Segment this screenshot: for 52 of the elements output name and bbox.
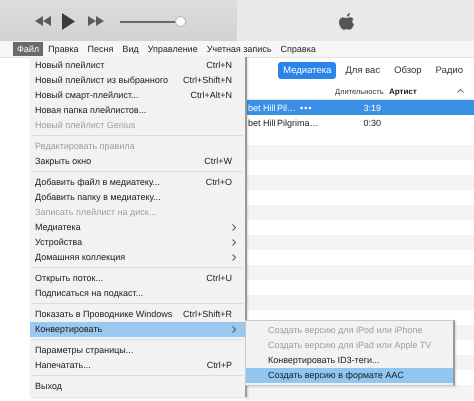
menu-item[interactable]: Новый плейлист из выбранного Ctrl+Shift+N xyxy=(30,73,245,88)
menu-title[interactable]: Песня xyxy=(84,42,118,56)
table-cell: Pil… xyxy=(277,102,296,112)
table-cell: bet Hill xyxy=(248,102,277,112)
menu-item[interactable]: Закрыть окно Ctrl+W xyxy=(30,154,245,169)
menu-item[interactable]: Новый плейлист Ctrl+N xyxy=(30,58,245,73)
menu-item[interactable]: Открыть поток... Ctrl+U xyxy=(30,271,245,286)
tab[interactable]: Медиатека xyxy=(278,62,336,78)
menu-title[interactable]: Учетная запись xyxy=(202,42,276,56)
menu-item[interactable]: Добавить папку в медиатеку... xyxy=(30,190,245,205)
menu-item[interactable]: Новая папка плейлистов... xyxy=(30,103,245,118)
table-row[interactable]: bet Hill Pilgrima… 0:30 xyxy=(245,115,474,130)
shortcut-text: Ctrl+O xyxy=(206,177,232,188)
play-icon[interactable] xyxy=(62,13,75,30)
menu-title[interactable]: Файл xyxy=(13,42,44,56)
table-cell: Pilgrima… xyxy=(277,118,319,128)
shortcut-text: Ctrl+W xyxy=(204,156,232,167)
shortcut-text: Ctrl+Shift+N xyxy=(182,75,232,86)
menu-item[interactable]: Создать версию в формате AAC xyxy=(246,368,453,383)
shortcut-text: Ctrl+U xyxy=(206,273,232,284)
table-cell: bet Hill xyxy=(248,118,277,128)
tab[interactable]: Для вас xyxy=(340,62,386,78)
volume-slider[interactable] xyxy=(120,16,184,27)
shortcut-text: Ctrl+N xyxy=(206,60,232,71)
menu-item[interactable]: Напечатать... Ctrl+P xyxy=(30,358,245,373)
menu-item[interactable]: Устройства xyxy=(30,235,245,250)
menu-item[interactable]: Добавить файл в медиатеку... Ctrl+O xyxy=(30,175,245,190)
fast-forward-icon[interactable] xyxy=(88,16,104,26)
menu-title[interactable]: Правка xyxy=(44,42,83,56)
menu-item[interactable]: Параметры страницы... xyxy=(30,343,245,358)
menu-item[interactable]: Конвертировать ID3-теги... xyxy=(246,353,453,368)
rewind-icon[interactable] xyxy=(35,16,51,26)
tab[interactable]: Радио xyxy=(430,62,468,78)
menu-item[interactable]: Подписаться на подкаст... xyxy=(30,286,245,301)
sort-caret-icon[interactable] xyxy=(457,89,464,93)
slider-thumb[interactable] xyxy=(174,16,186,27)
menu-item[interactable]: Новый смарт-плейлист... Ctrl+Alt+N xyxy=(30,88,245,103)
menu-title[interactable]: Вид xyxy=(118,42,143,56)
table-cell-text: 0:30 xyxy=(362,118,381,128)
menu-item[interactable]: Медиатека xyxy=(30,220,245,235)
tab[interactable]: Обзор xyxy=(389,62,427,78)
table-cell-text: 3:19 xyxy=(362,102,381,112)
menu-item[interactable]: Показать в Проводнике Windows Ctrl+Shift+R xyxy=(30,307,245,322)
column-header[interactable]: Артист xyxy=(389,86,417,96)
menu-item[interactable]: Домашняя коллекция xyxy=(30,250,245,265)
menu-item[interactable]: Выход xyxy=(30,379,245,394)
menu-item[interactable]: Конвертировать xyxy=(30,322,245,337)
menu-title[interactable]: Справка xyxy=(276,42,320,56)
shortcut-text: Ctrl+Shift+R xyxy=(182,309,232,320)
shortcut-text: Ctrl+P xyxy=(206,360,232,371)
menu-title[interactable]: Управление xyxy=(144,42,202,56)
shortcut-text: Ctrl+Alt+N xyxy=(190,90,232,101)
